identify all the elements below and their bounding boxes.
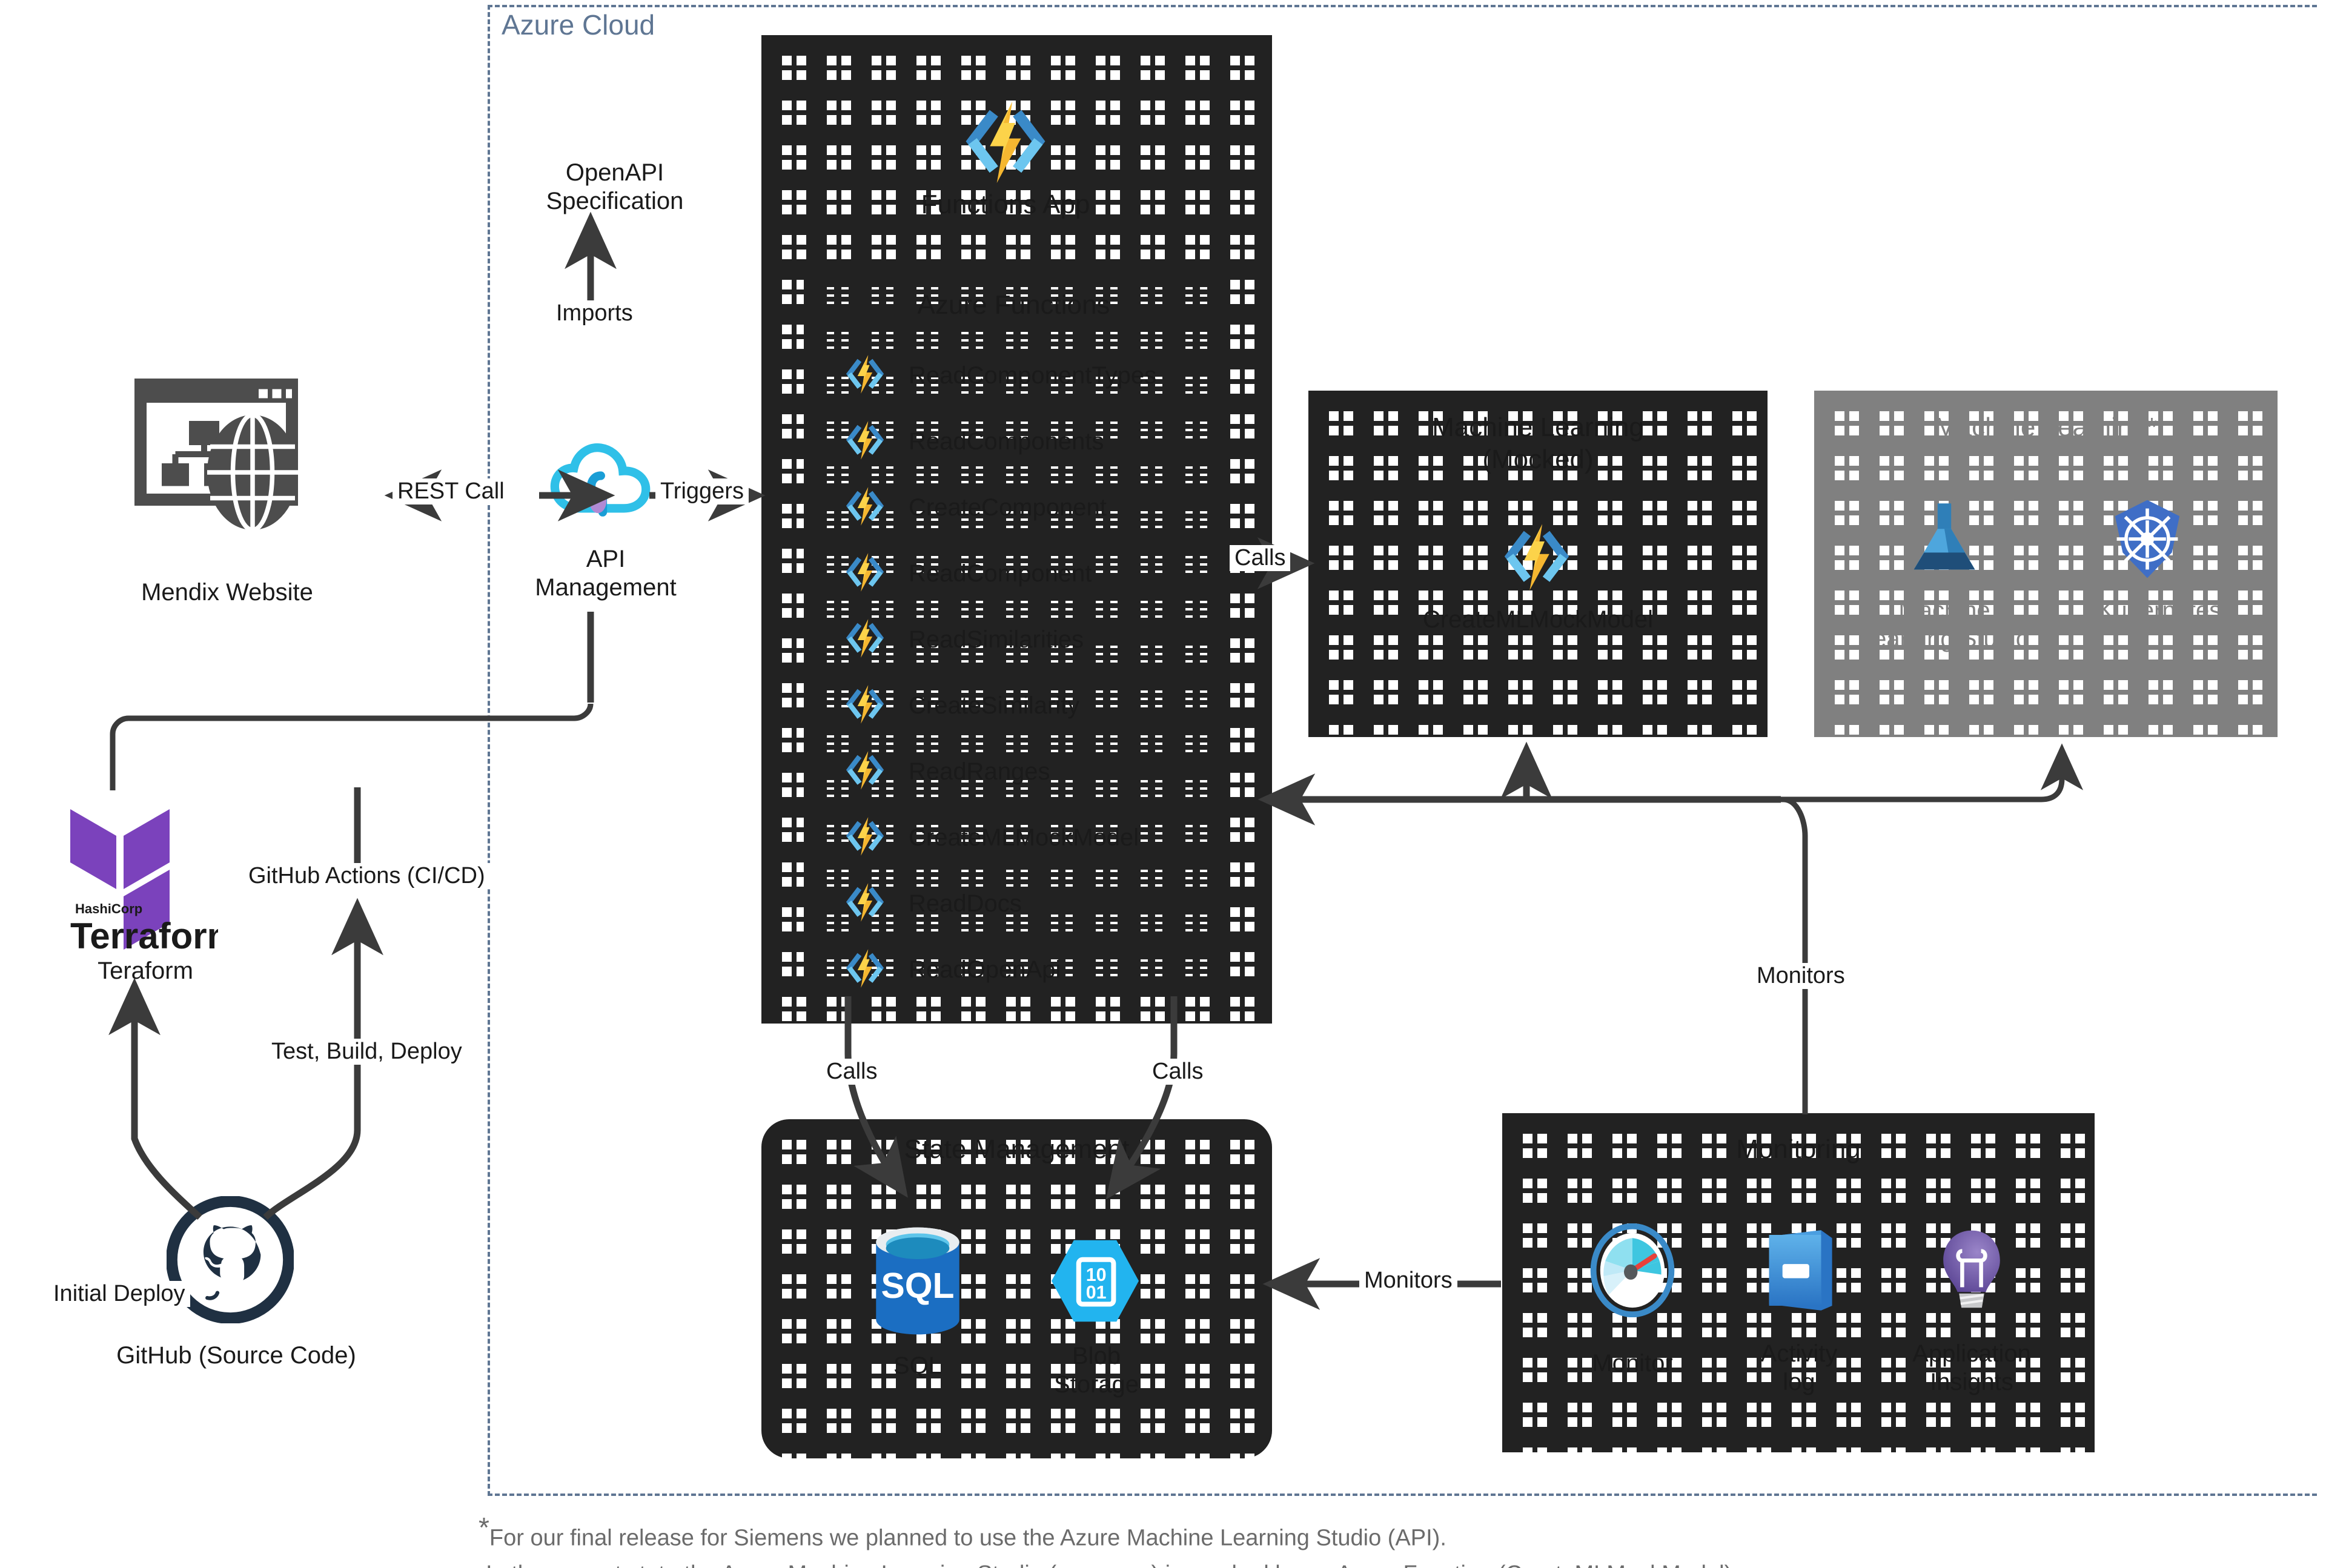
azure-function-name: ReadComponents (909, 428, 1104, 455)
azure-functions-icon (842, 879, 888, 928)
azure-functions-icon (842, 351, 888, 400)
edge-label-imports: Imports (551, 300, 638, 326)
azure-function-name: ReadDocs (909, 890, 1022, 917)
edge-label-calls-sql: Calls (821, 1059, 883, 1085)
azure-functions-icon (842, 483, 888, 532)
azure-function-item[interactable]: ReadSimilarities (842, 615, 1084, 664)
monitoring-title: Monitoring (1736, 1134, 1861, 1164)
footnote: *For our final release for Siemens we pl… (479, 1506, 1738, 1568)
edge-label-calls-blob: Calls (1147, 1059, 1208, 1085)
architecture-diagram: Azure Cloud Functions App Azure Function… (0, 0, 2326, 1568)
azure-cloud-label: Azure Cloud (502, 9, 655, 41)
azure-function-name: CreateMLMockModel (909, 824, 1139, 851)
svg-text:HashiCorp: HashiCorp (75, 901, 142, 916)
azure-functions-icon (842, 945, 888, 994)
edge-label-calls-ml: Calls (1230, 545, 1291, 571)
svg-text:01: 01 (1086, 1282, 1107, 1303)
activity-log-label: Activity log (1760, 1340, 1838, 1396)
kubernetes-label: Kubernetes (2097, 597, 2222, 624)
github-label: GitHub (Source Code) (116, 1342, 356, 1369)
api-management-cloud-icon (545, 433, 660, 533)
azure-function-name: ReadComponent (909, 560, 1092, 587)
create-ml-mock-model-label: CreateMLMockModel (1422, 606, 1654, 633)
state-management-title: State Management (904, 1134, 1130, 1164)
azure-function-name: ReadOpenApi (909, 956, 1061, 983)
azure-function-item[interactable]: ReadOpenApi (842, 945, 1061, 994)
machine-learning-real-title: Machine Learning* (1935, 412, 2157, 442)
footnote-line-2: In the current state the Azure Machine L… (486, 1561, 1738, 1568)
azure-function-name: ReadSimilarities (909, 626, 1084, 653)
edge-label-test-build-deploy: Test, Build, Deploy (267, 1039, 467, 1065)
azure-functions-icon (1497, 518, 1576, 600)
edge-label-initial-deploy: Initial Deploy (48, 1281, 190, 1307)
azure-function-item[interactable]: ReadComponent (842, 549, 1092, 598)
edge-label-monitors-state: Monitors (1359, 1268, 1457, 1294)
machine-learning-mocked-title: Machine Learning (Mocked) (1432, 412, 1644, 474)
terraform-label: Teraform (98, 958, 193, 984)
azure-function-item[interactable]: ReadComponentTypes (842, 351, 1156, 400)
mendix-website-label: Mendix Website (141, 579, 313, 606)
openapi-specification-label: OpenAPI Specification (546, 159, 684, 215)
blob-storage-label: Blob Storage (1053, 1343, 1139, 1398)
azure-function-item[interactable]: ReadDocs (842, 879, 1022, 928)
monitor-gauge-icon (1590, 1223, 1675, 1320)
api-management-label: API Management (535, 546, 677, 601)
functions-app-label: Functions App (921, 190, 1090, 219)
azure-function-name: CreateComponent (909, 494, 1107, 521)
azure-functions-icon (842, 615, 888, 664)
footnote-line-1: For our final release for Siemens we pla… (489, 1525, 1446, 1551)
azure-function-item[interactable]: ReadRanges (842, 747, 1050, 796)
edge-label-monitors-up: Monitors (1752, 963, 1850, 989)
svg-text:Terraform: Terraform (70, 916, 218, 956)
blob-storage-icon: 10 01 (1047, 1232, 1144, 1332)
sql-database-icon: SQL (866, 1226, 969, 1338)
application-insights-bulb-icon (1932, 1222, 2011, 1319)
azure-functions-icon (842, 747, 888, 796)
azure-function-name: CreateSimilarity (909, 692, 1080, 719)
azure-function-item[interactable]: ReadComponents (842, 417, 1104, 466)
azure-functions-icon (842, 549, 888, 598)
azure-function-item[interactable]: CreateSimilarity (842, 681, 1079, 730)
azure-functions-icon (842, 681, 888, 730)
azure-function-item[interactable]: CreateMLMockModel (842, 813, 1139, 862)
azure-functions-icon (957, 94, 1054, 194)
azure-functions-icon (842, 813, 888, 862)
svg-text:SQL: SQL (881, 1266, 954, 1306)
footnote-marker: * (479, 1512, 489, 1543)
ml-studio-flask-icon (1902, 497, 1987, 584)
edge-label-github-actions: GitHub Actions (CI/CD) (244, 863, 490, 889)
activity-log-book-icon (1760, 1223, 1838, 1320)
kubernetes-helm-icon (2105, 497, 2190, 584)
state-management-container (761, 1119, 1272, 1458)
edge-label-triggers: Triggers (655, 478, 749, 504)
azure-function-name: ReadRanges (909, 758, 1050, 785)
azure-function-item[interactable]: CreateComponent (842, 483, 1107, 532)
terraform-logo-icon: HashiCorp Terraform (61, 787, 239, 972)
azure-function-name: ReadComponentTypes (909, 362, 1157, 389)
azure-functions-icon (842, 417, 888, 466)
azure-functions-title: Azure Functions (917, 290, 1110, 320)
edge-label-rest-call: REST Call (393, 478, 509, 504)
application-insights-label: Application Insights (1912, 1340, 2031, 1396)
website-globe-icon (134, 379, 316, 533)
